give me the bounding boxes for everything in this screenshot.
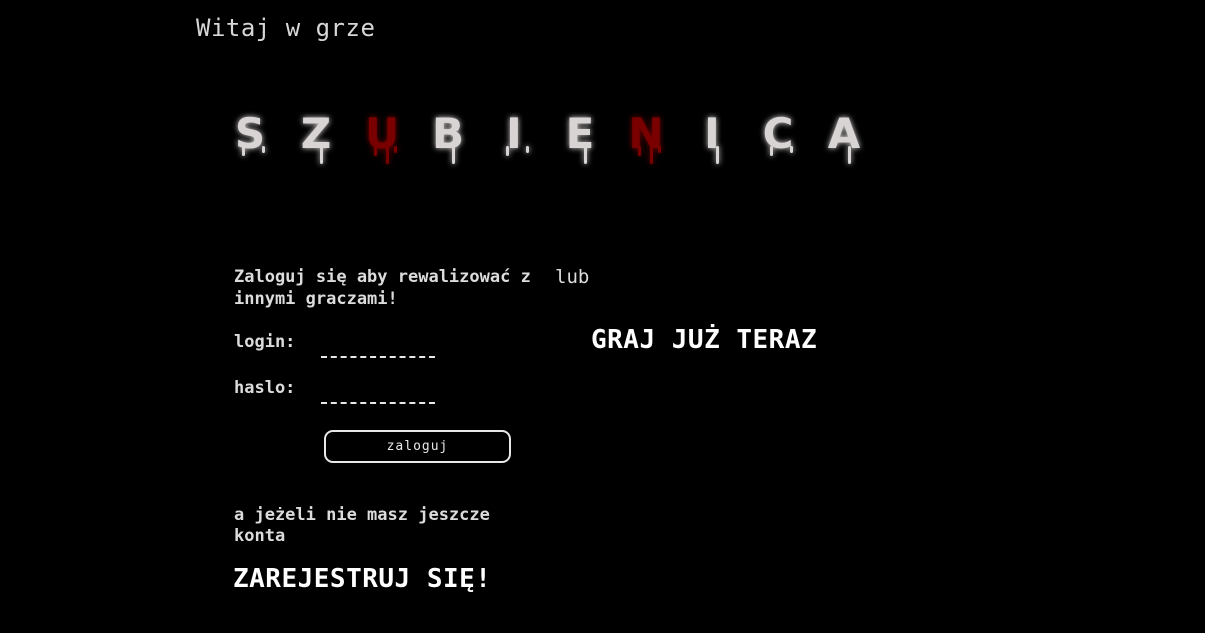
logo-drip xyxy=(716,146,719,164)
logo-drip xyxy=(790,146,793,153)
logo-drip xyxy=(770,146,773,156)
logo-drip xyxy=(386,146,389,164)
logo-drip xyxy=(242,146,245,156)
or-text: lub xyxy=(555,266,590,288)
login-button[interactable]: zaloguj xyxy=(324,430,511,463)
logo-drip xyxy=(320,146,323,164)
logo-drip xyxy=(394,146,397,153)
logo-letter: S xyxy=(235,109,265,158)
logo-letter: B xyxy=(432,109,464,158)
game-logo: SZUBIENICA xyxy=(235,109,861,164)
logo-letter: A xyxy=(828,109,861,158)
logo-letter: C xyxy=(763,109,794,158)
logo-drip xyxy=(848,146,851,164)
logo-letter: U xyxy=(365,109,399,158)
password-label: haslo: xyxy=(234,378,296,398)
welcome-heading: Witaj w grze xyxy=(196,14,376,42)
logo-drip xyxy=(638,146,641,156)
logo-drip xyxy=(262,146,265,153)
logo-letter: Z xyxy=(301,109,331,158)
login-label: login: xyxy=(234,332,296,352)
logo-drip xyxy=(374,146,377,156)
logo-drip xyxy=(506,146,509,156)
logo-drip xyxy=(452,146,455,164)
logo-drip xyxy=(658,146,661,153)
login-input[interactable] xyxy=(321,334,435,358)
play-now-link[interactable]: GRAJ JUŻ TERAZ xyxy=(591,325,817,355)
password-input[interactable] xyxy=(321,380,435,404)
logo-drip xyxy=(650,146,653,164)
no-account-text: a jeżeli nie masz jeszcze konta xyxy=(234,505,490,546)
register-link[interactable]: ZAREJESTRUJ SIĘ! xyxy=(233,564,491,594)
login-intro-text: Zaloguj się aby rewalizować z innymi gra… xyxy=(234,267,531,309)
logo-drip xyxy=(526,146,529,153)
logo-letter: E xyxy=(566,109,595,158)
logo-drip xyxy=(584,146,587,164)
